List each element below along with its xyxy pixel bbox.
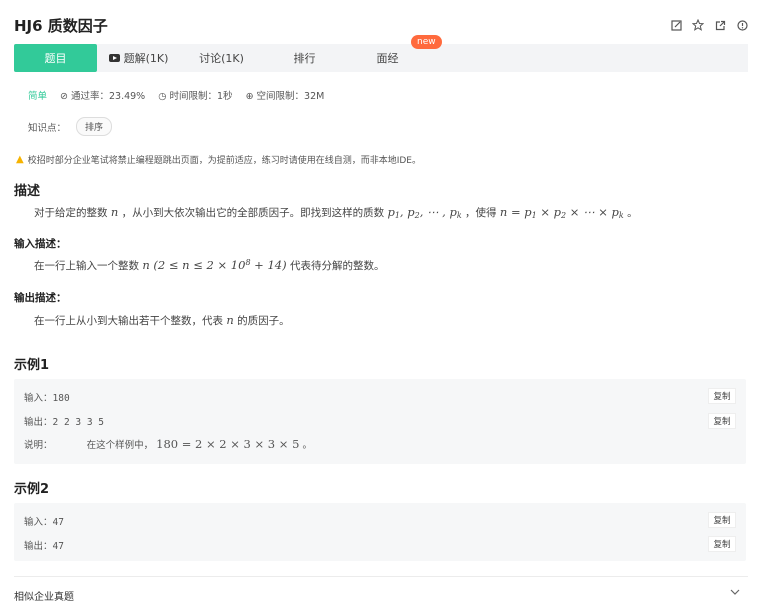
problem-meta: 简单 ⊘ 通过率：23.49% ◷ 时间限制：1秒 ⊕ 空间限制：32M [28,88,324,102]
pass-rate: ⊘ 通过率：23.49% [60,91,146,102]
exam-warning: ▲ 校招时部分企业笔试将禁止编程题跳出页面，为提前适应，练习时请使用在线自测，而… [16,154,421,166]
space-limit: ⊕ 空间限制：32M [245,91,325,102]
tab-ranking[interactable]: 排行 [263,44,346,72]
info-icon[interactable] [736,19,748,31]
copy-button[interactable]: 复制 [708,413,736,429]
clock-icon: ◷ [158,91,167,102]
tab-interview[interactable]: 面经 new [346,35,442,72]
output-description: 在一行上从小到大输出若干个整数，代表 n 的质因子。 [34,313,290,327]
share-icon[interactable] [714,19,726,31]
similar-questions-toggle[interactable]: 相似企业真题 [14,588,740,603]
input-description: 在一行上输入一个整数 n (2 ≤ n ≤ 2 × 108 + 14) 代表待分… [34,258,385,272]
problem-page: HJ6 质数因子 题目 题解(1K) 讨论(1K) 排行 面经 new 简单 ⊘ 通… [0,0,762,612]
star-icon[interactable] [692,19,704,31]
new-badge: new [411,35,442,49]
copy-button[interactable]: 复制 [708,536,736,552]
example1-heading: 示例1 [14,358,50,373]
edit-icon[interactable] [670,19,682,31]
chevron-down-icon [730,588,740,603]
copy-button[interactable]: 复制 [708,388,736,404]
header-actions [670,19,748,31]
example2-box: 输入：47 复制 输出：47 复制 [14,503,746,561]
difficulty-label: 简单 [28,91,48,102]
warning-icon: ▲ [16,154,24,165]
example1-output: 输出：2 2 3 3 5 [24,417,104,428]
tab-problem[interactable]: 题目 [14,44,97,72]
problem-tabs: 题目 题解(1K) 讨论(1K) 排行 面经 new [14,35,748,72]
tab-discussion[interactable]: 讨论(1K) [180,44,263,72]
divider [14,576,748,577]
input-heading: 输入描述： [14,238,67,250]
example2-output: 输出：47 [24,541,64,552]
copy-button[interactable]: 复制 [708,512,736,528]
tag-sort[interactable]: 排序 [76,117,113,136]
primes-formula: p1, p2, ⋯ , pk [387,205,462,220]
input-range-formula: n (2 ≤ n ≤ 2 × 108 + 14) [142,258,287,272]
memory-icon: ⊕ [245,91,254,102]
problem-title: HJ6 质数因子 [14,16,108,35]
tab-solutions[interactable]: 题解(1K) [97,44,180,72]
knowledge-points: 知识点： 排序 [28,117,113,136]
product-formula: n = p1 × p2 × ⋯ × pk [499,205,624,220]
example1-note: 说明： 在这个样例中， 180 = 2 × 2 × 3 × 3 × 5 。 [24,437,312,451]
description-heading: 描述 [14,184,41,199]
check-circle-icon: ⊘ [60,91,68,102]
video-icon [108,54,120,62]
example2-input: 输入：47 [24,517,64,528]
output-heading: 输出描述： [14,292,67,304]
description-text: 对于给定的整数 n ，从小到大依次输出它的全部质因子。即找到这样的质数 p1, … [34,205,638,220]
example1-input: 输入：180 [24,393,70,404]
problem-header: HJ6 质数因子 [14,10,748,40]
example1-box: 输入：180 复制 输出：2 2 3 3 5 复制 说明： 在这个样例中， 18… [14,379,746,464]
time-limit: ◷ 时间限制：1秒 [158,91,233,102]
example2-heading: 示例2 [14,482,50,497]
